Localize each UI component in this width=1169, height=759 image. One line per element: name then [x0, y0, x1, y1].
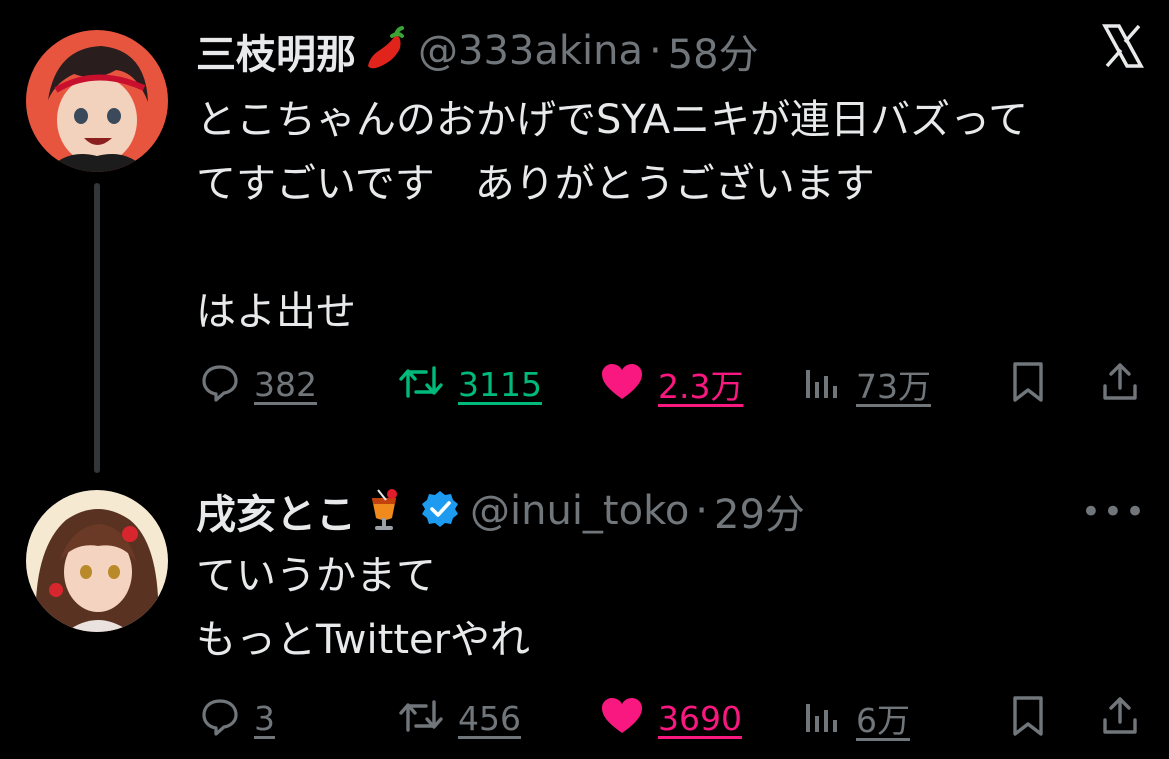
view-count: 6万	[856, 701, 910, 740]
reply-icon	[200, 362, 240, 406]
hot-pepper-icon	[362, 26, 408, 76]
retweet-icon	[398, 362, 444, 406]
x-logo-icon	[1099, 22, 1147, 74]
avatar[interactable]	[26, 30, 168, 172]
more-options-icon[interactable]: •••	[1081, 492, 1147, 532]
bookmark-icon	[1008, 360, 1048, 408]
reply-button[interactable]: 3	[200, 690, 275, 746]
user-handle[interactable]: @inui_toko	[470, 488, 689, 534]
share-icon	[1100, 360, 1140, 408]
tweet-actions: 382 3115 2.3万 73万	[196, 356, 1146, 412]
like-button[interactable]: 2.3万	[600, 356, 743, 412]
separator-dot: ·	[695, 488, 709, 534]
tweet-text: とこちゃんのおかげでSYAニキが連日バズって てすごいです ありがとうございます…	[196, 97, 1029, 335]
views-button[interactable]: 6万	[802, 690, 910, 746]
user-handle[interactable]: @333akina	[418, 28, 643, 74]
bookmark-icon	[1008, 694, 1048, 742]
retweet-count: 3115	[458, 364, 542, 404]
separator-dot: ·	[649, 28, 662, 74]
display-name[interactable]: 戌亥とこ	[196, 482, 356, 540]
verified-badge-icon[interactable]	[420, 489, 460, 533]
retweet-button[interactable]: 456	[398, 690, 521, 746]
bookmark-button[interactable]	[1008, 356, 1048, 412]
retweet-button[interactable]: 3115	[398, 356, 542, 412]
reply-icon	[200, 696, 240, 740]
tweet-actions: 3 456 3690 6万	[196, 690, 1146, 746]
view-count: 73万	[856, 367, 931, 406]
thread-line	[94, 183, 100, 473]
display-name[interactable]: 三枝明那	[196, 22, 356, 80]
share-button[interactable]	[1100, 356, 1140, 412]
tweet-header: 戌亥とこ @inui_toko · 29分	[196, 486, 805, 538]
bookmark-button[interactable]	[1008, 690, 1048, 746]
heart-icon	[600, 696, 644, 740]
retweet-icon	[398, 696, 444, 740]
timestamp[interactable]: 58分	[668, 22, 759, 80]
like-button[interactable]: 3690	[600, 690, 742, 746]
tweet-text: ていうかまて もっとTwitterやれ	[196, 553, 531, 663]
timestamp[interactable]: 29分	[714, 482, 805, 540]
retweet-count: 456	[458, 698, 521, 738]
tweet-toko[interactable]: 戌亥とこ @inui_toko · 29分 ••• ていうかまて もっとTwit…	[0, 470, 1169, 759]
tweet-header: 三枝明那 @333akina · 58分	[196, 26, 759, 78]
like-count: 2.3万	[658, 367, 744, 406]
avatar[interactable]	[26, 490, 168, 632]
heart-icon	[600, 362, 644, 406]
share-icon	[1100, 694, 1140, 742]
views-button[interactable]: 73万	[802, 356, 931, 412]
share-button[interactable]	[1100, 690, 1140, 746]
bar-chart-icon	[802, 362, 842, 406]
like-count: 3690	[658, 698, 742, 738]
tropical-drink-icon	[362, 486, 406, 536]
reply-button[interactable]: 382	[200, 356, 317, 412]
tweet-akina[interactable]: 三枝明那 @333akina · 58分 とこちゃんのおかげでSYAニキが連日バ…	[0, 0, 1169, 473]
bar-chart-icon	[802, 696, 842, 740]
reply-count: 3	[254, 698, 275, 738]
reply-count: 382	[254, 364, 317, 404]
